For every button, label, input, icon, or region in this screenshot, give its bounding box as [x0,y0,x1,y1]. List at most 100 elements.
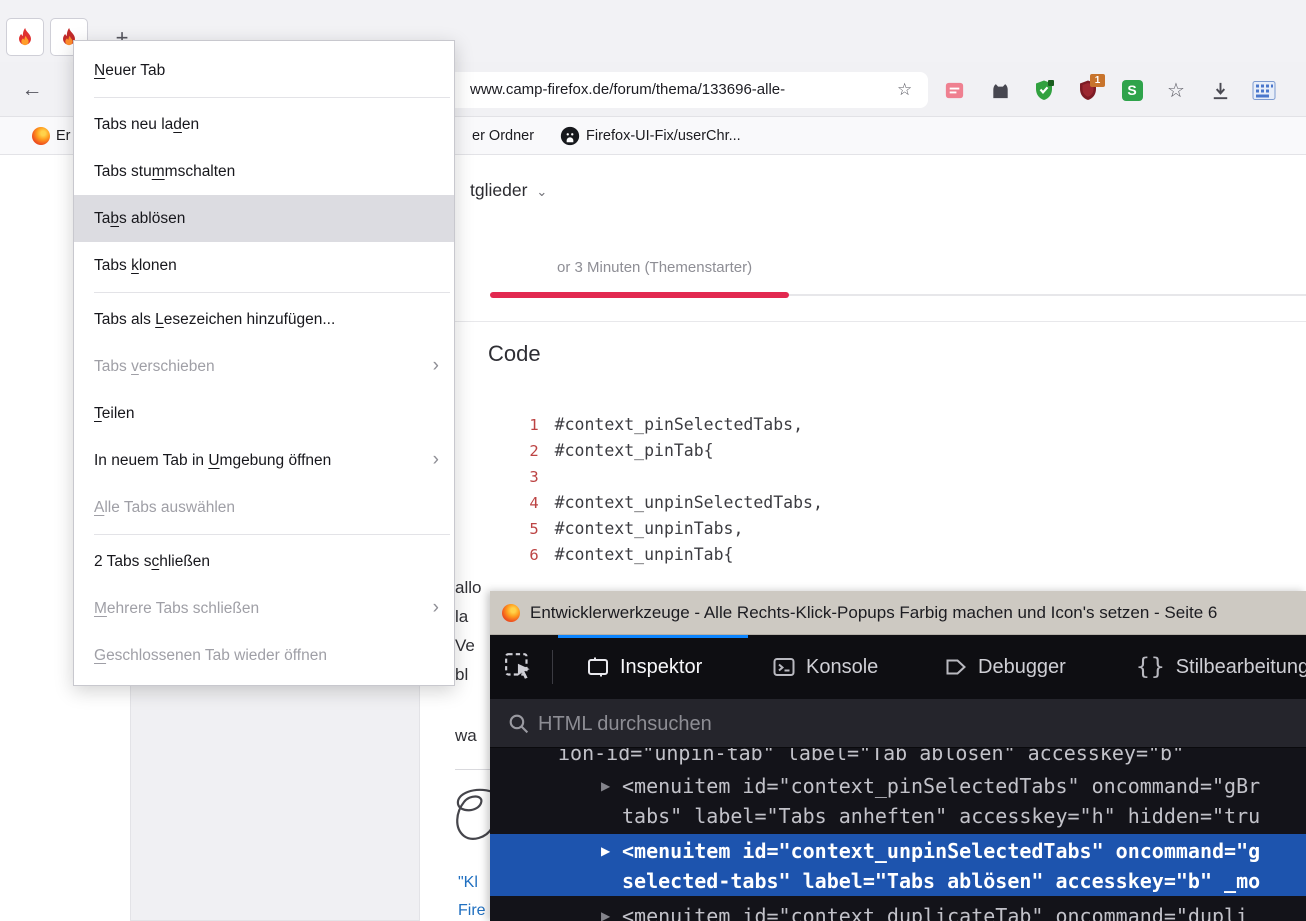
debugger-icon [944,655,968,679]
screen: + ← www.camp-firefox.de/forum/thema/1336… [0,0,1306,921]
extension-icon-stylus[interactable]: S [1120,78,1144,102]
menu-item-close-multiple-tabs[interactable]: Mehrere Tabs schließen › [74,585,454,632]
devtools-search-bar [490,699,1306,748]
markup-line[interactable]: <menuitem id="context_duplicateTab" onco… [622,901,1248,921]
extension-icon-grid[interactable] [1252,78,1276,102]
back-button[interactable]: ← [16,74,48,106]
menu-item-close-tabs[interactable]: 2 Tabs schließen [74,538,454,585]
members-dropdown[interactable]: tglieder ⌄ [470,180,547,201]
keyboard-grid-icon [1252,80,1276,101]
menu-item-share[interactable]: Teilen [74,390,454,437]
code-text: #context_unpinSelectedTabs, [555,490,823,516]
extension-icon-star[interactable]: ☆ [1164,78,1188,102]
markup-line-wrap[interactable]: tabs" label="Tabs anheften" accesskey="h… [622,801,1260,831]
twisty-icon[interactable]: ▶ [601,836,617,866]
url-text: www.camp-firefox.de/forum/thema/133696-a… [470,81,785,98]
extension-icon-ghost[interactable] [988,78,1012,102]
firefox-icon [502,604,520,622]
markup-line-clipped[interactable]: ion-id="unpin-tab" label="Tab ablösen" a… [558,748,1184,768]
menu-item-label: Tabs stummschalten [94,163,235,180]
flame-icon [14,26,36,48]
divider [455,321,1306,322]
code-text: #context_pinTab{ [555,438,714,464]
devtools-toolbar: Inspektor Konsole Debugger {} Stilbearbe… [490,635,1306,699]
bookmark-star-icon[interactable]: ☆ [897,80,912,100]
line-number: 1 [482,412,539,438]
url-fade [838,74,902,106]
pick-element-button[interactable] [504,652,534,687]
menu-item-label: Mehrere Tabs schließen [94,600,259,617]
menu-item-label: Neuer Tab [94,62,165,79]
tab-label: Inspektor [620,656,702,679]
markup-line-selected-wrap[interactable]: selected-tabs" label="Tabs ablösen" acce… [622,866,1260,896]
tab-inspector[interactable]: Inspektor [586,635,702,699]
post-text-fragment: allo [455,578,481,598]
code-text: #context_unpinTab{ [555,542,734,568]
devtools-window: Entwicklerwerkzeuge - Alle Rechts-Klick-… [490,591,1306,921]
submenu-arrow-icon: › [433,437,439,484]
submenu-arrow-icon: › [433,343,439,390]
menu-item-move-tabs[interactable]: Tabs verschieben › [74,343,454,390]
menu-item-reload-tabs[interactable]: Tabs neu laden [74,101,454,148]
code-text: #context_unpinTabs, [555,516,744,542]
menu-item-label: Geschlossenen Tab wieder öffnen [94,647,327,664]
post-text-fragment: wa [455,726,477,746]
menu-item-select-all-tabs[interactable]: Alle Tabs auswählen [74,484,454,531]
downloads-button[interactable] [1208,78,1232,102]
extension-icon-pink-card[interactable] [942,78,966,102]
post-text-fragment: bl [455,665,468,685]
markup-line-selected[interactable]: <menuitem id="context_unpinSelectedTabs"… [622,836,1260,866]
inspector-icon [586,655,610,679]
twisty-icon[interactable]: ▶ [601,771,617,801]
firefox-icon [32,127,50,145]
search-icon [506,711,531,736]
menu-item-open-in-container[interactable]: In neuem Tab in Umgebung öffnen › [74,437,454,484]
pink-card-icon [943,79,966,102]
menu-item-mute-tabs[interactable]: Tabs stummschalten [74,148,454,195]
tab-label: Stilbearbeitung [1176,656,1306,679]
menu-item-new-tab[interactable]: Neuer Tab [74,47,454,94]
menu-item-duplicate-tabs[interactable]: Tabs klonen [74,242,454,289]
menu-item-label: Tabs klonen [94,257,177,274]
tab-context-menu: Neuer Tab Tabs neu laden Tabs stummschal… [73,40,455,686]
html-search-input[interactable] [536,707,1280,741]
menu-item-label: 2 Tabs schließen [94,553,210,570]
star-addon-icon: ☆ [1167,78,1185,103]
markup-line[interactable]: <menuitem id="context_pinSelectedTabs" o… [622,771,1260,801]
post-link-fragment[interactable]: "Kl [458,874,478,892]
pinned-tab-1[interactable] [6,18,44,56]
menu-item-label: Teilen [94,405,135,422]
bookmark-github[interactable]: Firefox-UI-Fix/userChr... [560,125,741,147]
devtools-title: Entwicklerwerkzeuge - Alle Rechts-Klick-… [530,603,1217,623]
toolbar-separator [552,650,553,684]
post-link-fragment[interactable]: Fire [458,902,486,920]
post-text-fragment: Ve [455,636,475,656]
green-shield-check-icon [1032,78,1056,102]
menu-item-unpin-tabs[interactable]: Tabs ablösen [74,195,454,242]
twisty-icon[interactable]: ▶ [601,901,617,921]
signature-flourish [448,786,496,855]
braces-icon: {} [1136,654,1166,680]
thread-accent-track [789,294,1306,296]
tab-console[interactable]: Konsole [772,635,878,699]
url-bar[interactable]: www.camp-firefox.de/forum/thema/133696-a… [420,72,928,108]
extension-icon-shield-check[interactable] [1032,78,1056,102]
console-icon [772,655,796,679]
bookmark-label: er Ordner [472,128,534,144]
bookmark-folder[interactable]: er Ordner [472,125,534,147]
line-number: 6 [482,542,539,568]
menu-item-label: Tabs als Lesezeichen hinzufügen... [94,311,335,328]
devtools-titlebar: Entwicklerwerkzeuge - Alle Rechts-Klick-… [490,591,1306,635]
github-icon [560,126,580,146]
chevron-down-icon: ⌄ [536,184,547,200]
extension-icon-ublock-shield[interactable]: 1 [1076,78,1100,102]
tab-label: Konsole [806,656,878,679]
bookmark-label: Er [56,128,71,144]
menu-item-label: Tabs neu laden [94,116,199,133]
menu-item-undo-close-tab[interactable]: Geschlossenen Tab wieder öffnen [74,632,454,679]
menu-item-bookmark-tabs[interactable]: Tabs als Lesezeichen hinzufügen... [74,296,454,343]
bookmark-item-first[interactable]: Er [32,125,71,147]
tab-style-editor[interactable]: {} Stilbearbeitung [1136,635,1306,699]
code-text: #context_pinSelectedTabs, [555,412,803,438]
tab-debugger[interactable]: Debugger [944,635,1066,699]
